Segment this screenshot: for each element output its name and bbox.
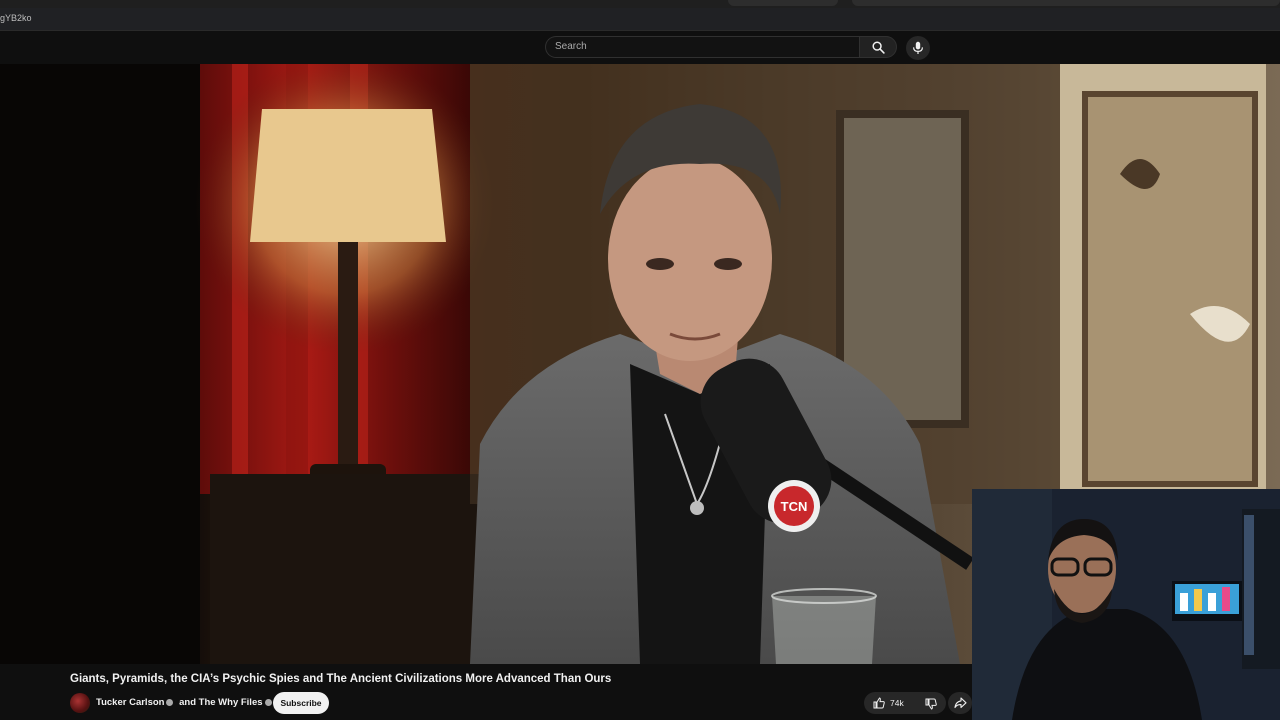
subscribe-button[interactable]: Subscribe bbox=[273, 692, 329, 714]
thumbs-down-icon bbox=[925, 698, 937, 710]
mic-logo-text: TCN bbox=[781, 499, 808, 514]
channel-connector: and bbox=[179, 697, 196, 708]
search-icon bbox=[871, 40, 885, 54]
water-glass bbox=[772, 596, 876, 664]
dark-wall bbox=[0, 64, 200, 664]
browser-tab[interactable] bbox=[728, 0, 838, 6]
address-bar[interactable]: gYB2ko bbox=[0, 8, 1280, 31]
channel-avatar[interactable] bbox=[70, 693, 90, 713]
browser-tab[interactable] bbox=[852, 0, 1280, 6]
microphone-icon bbox=[913, 41, 923, 54]
lamp-shade bbox=[250, 109, 446, 242]
browser-tab-strip bbox=[0, 0, 1280, 8]
verified-badge-icon bbox=[166, 698, 174, 706]
channel-names: Tucker Carlson and The Why Files bbox=[96, 697, 275, 708]
channel-link-the-why-files[interactable]: The Why Files bbox=[199, 697, 263, 708]
url-text: gYB2ko bbox=[0, 13, 32, 23]
lamp-stand bbox=[338, 242, 358, 472]
like-dislike-group: 74k bbox=[864, 692, 946, 714]
thumbs-up-icon bbox=[873, 697, 885, 709]
side-table bbox=[210, 474, 490, 664]
like-count: 74k bbox=[890, 698, 904, 708]
webcam-overlay bbox=[972, 489, 1280, 720]
share-icon bbox=[953, 697, 967, 709]
search-button[interactable] bbox=[859, 36, 897, 58]
voice-search-button[interactable] bbox=[906, 36, 930, 60]
like-button[interactable]: 74k bbox=[864, 692, 914, 714]
dislike-button[interactable] bbox=[918, 692, 946, 714]
search-input[interactable]: Search bbox=[545, 36, 859, 58]
webcam-frame bbox=[972, 489, 1280, 720]
video-title: Giants, Pyramids, the CIA’s Psychic Spie… bbox=[70, 673, 612, 685]
verified-badge-icon bbox=[264, 698, 272, 706]
share-button[interactable] bbox=[948, 692, 972, 714]
channel-link-tucker-carlson[interactable]: Tucker Carlson bbox=[96, 697, 164, 708]
masthead: Search bbox=[0, 31, 1280, 64]
guest-face bbox=[608, 157, 772, 361]
